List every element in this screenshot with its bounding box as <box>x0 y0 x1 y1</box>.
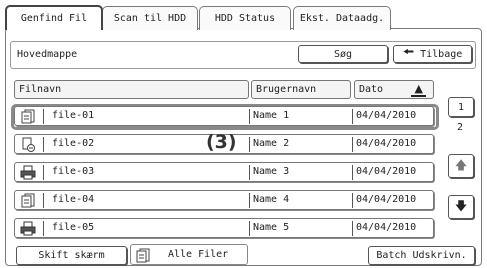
file-icon <box>21 109 35 124</box>
file-icon <box>136 248 150 263</box>
column-divider <box>43 137 44 152</box>
user-name: Name 2 <box>253 138 290 149</box>
column-divider <box>352 137 353 152</box>
file-date: 04/04/2010 <box>356 166 417 177</box>
column-header-label: Dato <box>359 84 384 95</box>
column-divider <box>249 221 250 236</box>
user-name: Name 5 <box>253 222 290 233</box>
column-divider <box>352 109 353 124</box>
batch-print-label: Batch Udskrivn. <box>376 250 467 261</box>
column-header-user[interactable]: Brugernavn <box>251 80 351 99</box>
user-name: Name 3 <box>253 166 290 177</box>
file-name: file-03 <box>52 166 95 177</box>
scroll-down-button[interactable]: 🡇 <box>448 195 474 219</box>
page-total: 2 <box>457 122 464 133</box>
column-header-label: Filnavn <box>19 84 62 95</box>
tab-genfind-fil[interactable]: Genfind Fil <box>5 5 103 30</box>
column-header-label: Brugernavn <box>256 84 317 95</box>
column-divider <box>249 165 250 180</box>
tab-scan-til-hdd[interactable]: Scan til HDD <box>102 6 198 30</box>
file-date: 04/04/2010 <box>356 138 417 149</box>
sort-ascending-icon: ▲ <box>414 82 423 95</box>
file-filter-label: Alle Filer <box>168 249 229 260</box>
arrow-down-icon: 🡇 <box>454 198 468 213</box>
scroll-up-button[interactable]: 🡅 <box>448 154 474 178</box>
file-date: 04/04/2010 <box>356 110 417 121</box>
file-icon <box>21 193 35 208</box>
table-row[interactable]: file-04 Name 4 04/04/2010 <box>14 190 434 210</box>
arrow-up-icon: 🡅 <box>454 157 468 172</box>
user-name: Name 4 <box>253 194 290 205</box>
table-row[interactable]: file-01 Name 1 04/04/2010 <box>14 106 434 126</box>
file-name: file-01 <box>52 110 95 121</box>
column-header-name[interactable]: Filnavn <box>14 80 249 99</box>
file-filter-display: Alle Filer <box>130 244 248 265</box>
search-button[interactable]: Søg <box>298 45 388 63</box>
arrow-left-icon: 🠘 <box>402 45 415 60</box>
column-divider <box>43 193 44 208</box>
tab-label: Genfind Fil <box>20 13 88 24</box>
back-button[interactable]: 🠘 Tilbage <box>393 45 472 63</box>
file-name: file-04 <box>52 194 95 205</box>
file-name: file-02 <box>52 138 95 149</box>
column-header-date[interactable]: Dato ▲ <box>354 80 434 99</box>
column-divider <box>249 193 250 208</box>
tab-hdd-status[interactable]: HDD Status <box>199 6 291 30</box>
table-row[interactable]: file-03 Name 3 04/04/2010 <box>14 162 434 182</box>
back-label: Tilbage <box>420 48 463 60</box>
user-name: Name 1 <box>253 110 290 121</box>
column-divider <box>352 193 353 208</box>
column-divider <box>43 221 44 236</box>
current-folder: Hovedmappe <box>17 49 78 60</box>
tab-label: HDD Status <box>214 13 276 24</box>
switch-screen-button[interactable]: Skift skærm <box>16 246 127 265</box>
printer-file-icon <box>20 221 36 236</box>
tab-ekst-dataadg[interactable]: Ekst. Dataadg. <box>293 6 391 30</box>
printer-file-icon <box>20 165 36 180</box>
file-name: file-05 <box>52 222 95 233</box>
table-row[interactable]: file-05 Name 5 04/04/2010 <box>14 218 434 238</box>
column-divider <box>43 165 44 180</box>
batch-print-button[interactable]: Batch Udskrivn. <box>368 246 475 265</box>
column-divider <box>249 137 250 152</box>
file-date: 04/04/2010 <box>356 194 417 205</box>
file-date: 04/04/2010 <box>356 222 417 233</box>
column-divider <box>352 165 353 180</box>
page-number-button[interactable]: 1 <box>448 97 474 117</box>
callout-label: (3) <box>206 131 237 153</box>
switch-screen-label: Skift skærm <box>38 250 105 261</box>
locked-file-icon <box>22 137 35 152</box>
column-divider <box>352 221 353 236</box>
search-label: Søg <box>333 48 353 60</box>
tab-label: Ekst. Dataadg. <box>299 13 385 24</box>
column-divider <box>249 109 250 124</box>
current-page: 1 <box>457 101 465 113</box>
sort-underline <box>411 95 426 97</box>
column-divider <box>43 109 44 124</box>
tab-label: Scan til HDD <box>113 13 187 24</box>
